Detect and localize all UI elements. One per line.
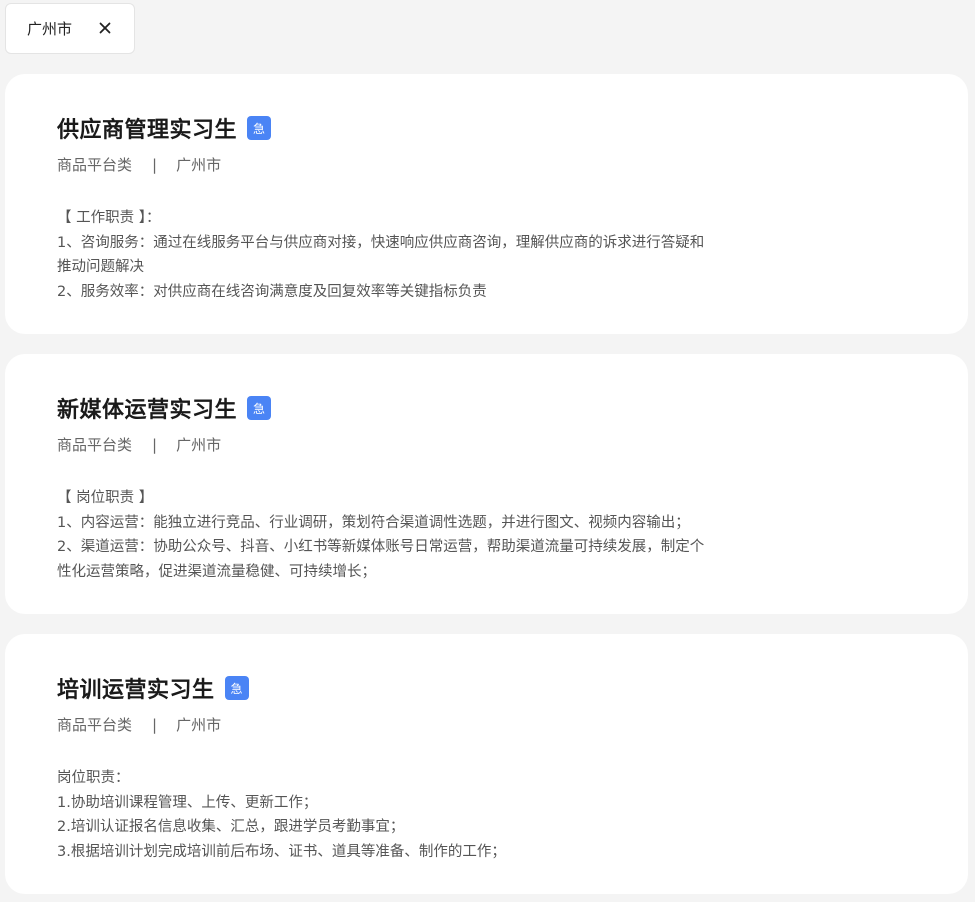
desc-line: 1.协助培训课程管理、上传、更新工作； [57,794,318,811]
job-title-row: 培训运营实习生 急 [57,672,249,704]
job-meta: 商品平台类 | 广州市 [57,714,221,735]
desc-line: 2.培训认证报名信息收集、汇总，跟进学员考勤事宜； [57,819,405,835]
job-card[interactable]: 新媒体运营实习生 急 商品平台类 | 广州市 【 岗位职责 】 1、内容运营：能… [5,354,968,614]
job-title: 新媒体运营实习生 [57,398,238,423]
desc-line: 2、服务效率：对供应商在线咨询满意度及回复效率等关键指标负责 [57,283,487,300]
desc-line: 岗位职责： [57,770,130,786]
filter-chip-city[interactable]: 广州市 [5,3,135,54]
job-meta: 商品平台类 | 广州市 [57,434,221,455]
desc-line: 2、渠道运营：协助公众号、抖音、小红书等新媒体账号日常运营，帮助渠道流量可持续发… [57,539,705,555]
close-icon[interactable] [97,20,113,36]
desc-line: 【 工作职责 】： [57,210,161,226]
job-card[interactable]: 培训运营实习生 急 商品平台类 | 广州市 岗位职责： 1.协助培训课程管理、上… [5,634,968,894]
job-title-row: 供应商管理实习生 急 [57,112,272,144]
desc-line: 推动问题解决 [57,259,144,275]
job-city: 广州市 [176,436,222,454]
urgent-badge: 急 [247,116,272,140]
job-description: 【 工作职责 】： 1、咨询服务：通过在线服务平台与供应商对接，快速响应供应商咨… [57,206,787,304]
urgent-badge: 急 [247,396,272,420]
desc-line: 1、咨询服务：通过在线服务平台与供应商对接，快速响应供应商咨询，理解供应商的诉求… [57,234,705,251]
job-city: 广州市 [176,156,222,174]
job-description: 岗位职责： 1.协助培训课程管理、上传、更新工作； 2.培训认证报名信息收集、汇… [57,766,787,864]
job-description: 【 岗位职责 】 1、内容运营：能独立进行竞品、行业调研，策划符合渠道调性选题，… [57,486,787,584]
job-category: 商品平台类 [57,716,133,734]
urgent-badge: 急 [224,676,249,700]
job-card[interactable]: 供应商管理实习生 急 商品平台类 | 广州市 【 工作职责 】： 1、咨询服务：… [5,74,968,334]
meta-separator: | [152,155,158,174]
desc-line: 【 岗位职责 】 [57,490,154,506]
job-title: 供应商管理实习生 [57,118,238,143]
desc-line: 1、内容运营：能独立进行竞品、行业调研，策划符合渠道调性选题，并进行图文、视频内… [57,514,690,531]
desc-line: 3.根据培训计划完成培训前后布场、证书、道具等准备、制作的工作； [57,843,506,860]
desc-line: 性化运营策略，促进渠道流量稳健、可持续增长； [57,563,376,580]
job-city: 广州市 [176,716,222,734]
job-category: 商品平台类 [57,156,133,174]
job-title-row: 新媒体运营实习生 急 [57,392,272,424]
meta-separator: | [152,715,158,734]
job-category: 商品平台类 [57,436,133,454]
job-title: 培训运营实习生 [57,678,215,703]
meta-separator: | [152,435,158,454]
filter-chip-label: 广州市 [27,20,73,38]
job-meta: 商品平台类 | 广州市 [57,154,221,175]
